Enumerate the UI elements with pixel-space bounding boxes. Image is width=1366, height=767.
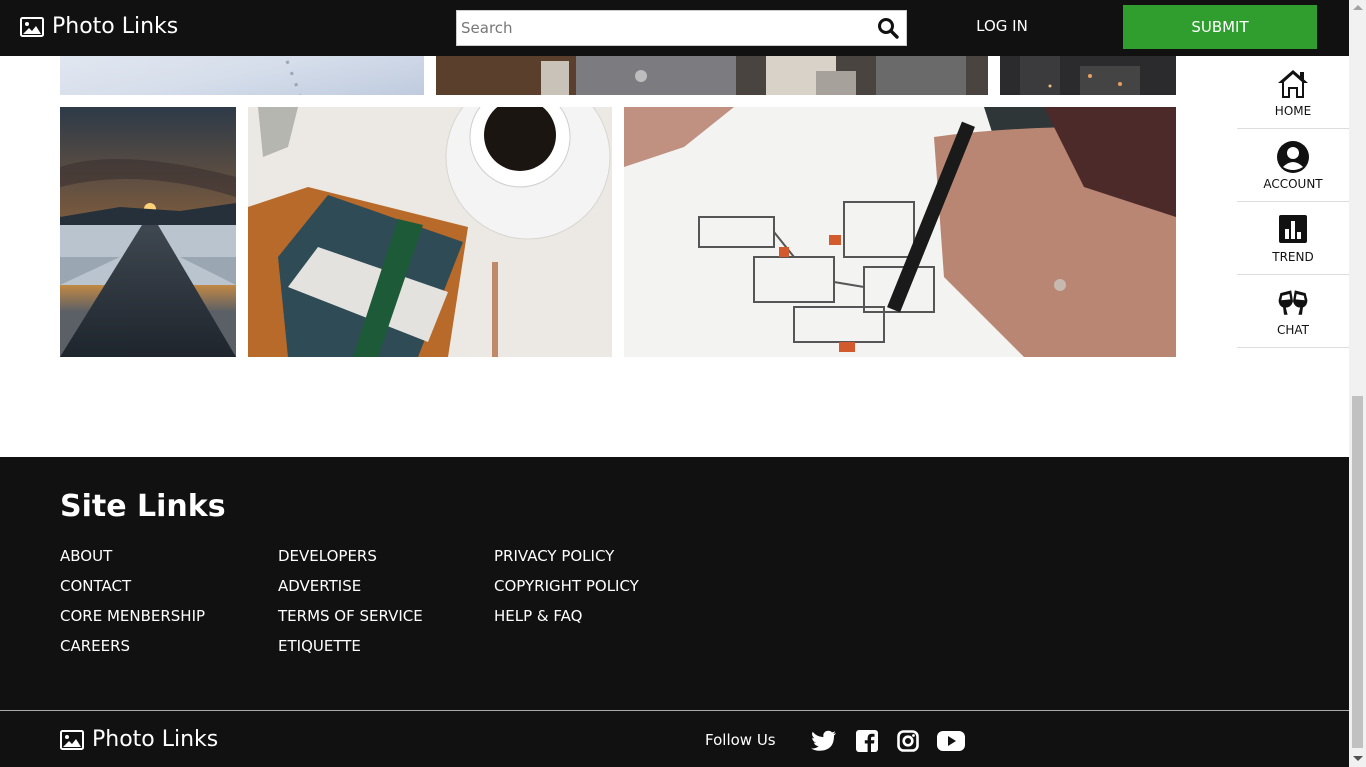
submit-button[interactable]: SUBMIT	[1123, 5, 1317, 49]
chat-icon	[1278, 289, 1308, 315]
footer-link-advertise[interactable]: ADVERTISE	[278, 577, 423, 607]
footer-link-core-membership[interactable]: CORE MENBERSHIP	[60, 607, 205, 637]
home-icon	[1278, 69, 1308, 98]
gallery-photo[interactable]	[624, 107, 1176, 357]
nav-home[interactable]: HOME	[1237, 56, 1349, 129]
search-box	[456, 10, 907, 46]
footer-link-terms[interactable]: TERMS OF SERVICE	[278, 607, 423, 637]
footer-link-about[interactable]: ABOUT	[60, 547, 205, 577]
twitter-icon[interactable]	[810, 728, 838, 754]
footer-link-copyright[interactable]: COPYRIGHT POLICY	[494, 577, 639, 607]
nav-trend-label: TREND	[1272, 249, 1314, 264]
gallery-photo[interactable]	[248, 107, 612, 357]
follow-us-label: Follow Us	[705, 731, 776, 749]
scroll-down-arrow[interactable]	[1353, 756, 1363, 761]
footer-brand[interactable]: Photo Links	[60, 727, 218, 752]
search-input[interactable]	[457, 11, 870, 45]
nav-account[interactable]: ACCOUNT	[1237, 129, 1349, 202]
footer-brand-name: Photo Links	[92, 727, 219, 752]
nav-chat[interactable]: CHAT	[1237, 275, 1349, 348]
gallery-photo[interactable]	[60, 56, 424, 95]
image-icon	[60, 729, 84, 750]
footer-links-column-2: DEVELOPERS ADVERTISE TERMS OF SERVICE ET…	[278, 547, 423, 667]
search-icon[interactable]	[870, 11, 906, 45]
footer-links-column-1: ABOUT CONTACT CORE MENBERSHIP CAREERS	[60, 547, 205, 667]
image-icon	[20, 16, 44, 37]
nav-chat-label: CHAT	[1276, 322, 1309, 337]
footer-links-column-3: PRIVACY POLICY COPYRIGHT POLICY HELP & F…	[494, 547, 639, 637]
footer-divider	[0, 710, 1349, 711]
nav-account-label: ACCOUNT	[1263, 176, 1323, 191]
brand-logo-link[interactable]: Photo Links	[20, 14, 178, 39]
scroll-up-arrow[interactable]	[1353, 5, 1363, 10]
footer-link-help[interactable]: HELP & FAQ	[494, 607, 639, 637]
top-header: Photo Links LOG IN SUBMIT	[0, 0, 1349, 56]
gallery-photo[interactable]	[436, 56, 988, 95]
brand-name: Photo Links	[52, 14, 179, 39]
photo-gallery	[0, 56, 1237, 457]
gallery-photo[interactable]	[1000, 56, 1176, 95]
site-footer: Site Links ABOUT CONTACT CORE MENBERSHIP…	[0, 457, 1349, 767]
instagram-icon[interactable]	[894, 728, 922, 754]
facebook-icon[interactable]	[853, 728, 881, 754]
footer-link-careers[interactable]: CAREERS	[60, 637, 205, 667]
footer-link-privacy[interactable]: PRIVACY POLICY	[494, 547, 639, 577]
nav-home-label: HOME	[1274, 103, 1312, 118]
account-icon	[1277, 140, 1309, 173]
footer-link-developers[interactable]: DEVELOPERS	[278, 547, 423, 577]
footer-link-contact[interactable]: CONTACT	[60, 577, 205, 607]
footer-link-etiquette[interactable]: ETIQUETTE	[278, 637, 423, 667]
trend-icon	[1279, 214, 1307, 243]
youtube-icon[interactable]	[937, 728, 965, 754]
footer-title: Site Links	[60, 489, 226, 524]
login-link[interactable]: LOG IN	[962, 17, 1042, 35]
gallery-photo[interactable]	[60, 107, 236, 357]
scrollbar-thumb[interactable]	[1352, 396, 1363, 748]
side-navigation: HOME ACCOUNT TREND CHAT	[1237, 56, 1349, 457]
nav-trend[interactable]: TREND	[1237, 202, 1349, 275]
